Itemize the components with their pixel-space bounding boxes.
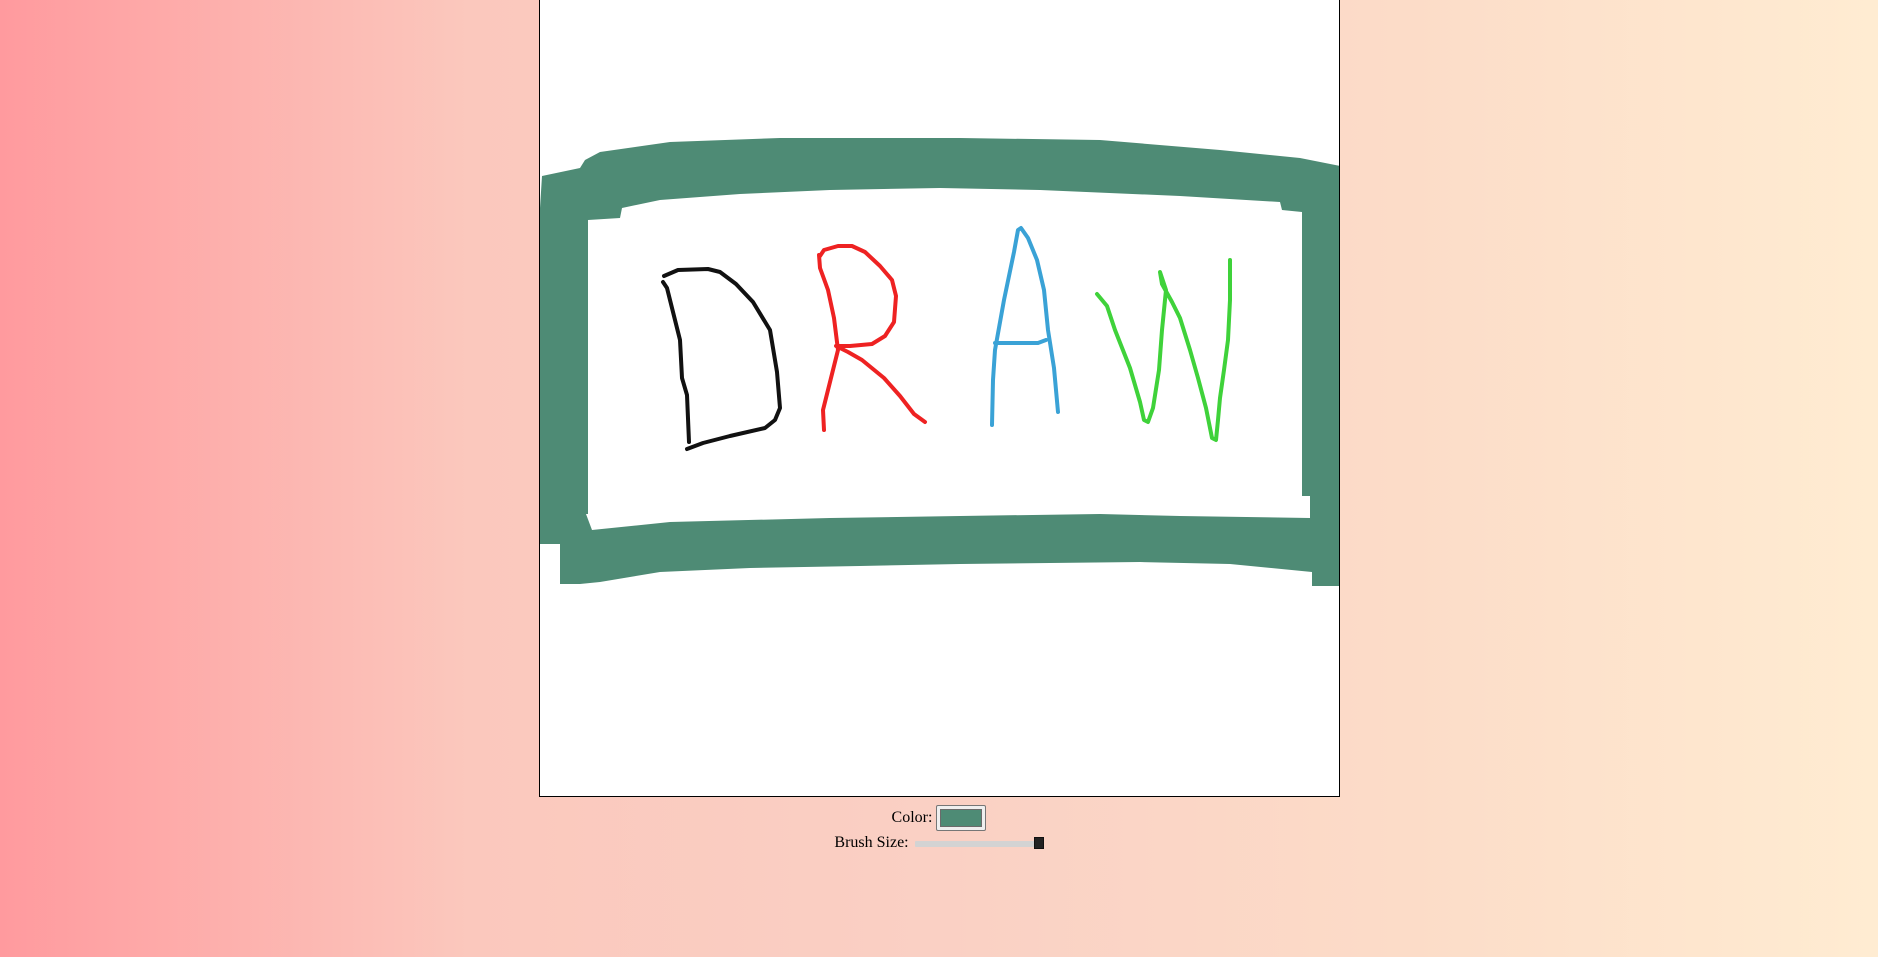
color-swatch (940, 809, 983, 827)
green-frame-stroke (540, 138, 1339, 586)
color-picker-input[interactable] (936, 805, 987, 831)
drawing-surface (540, 138, 1339, 586)
brush-size-thumb[interactable] (1033, 837, 1044, 849)
brush-size-slider[interactable] (914, 836, 1044, 850)
color-row: Color: (0, 803, 1878, 833)
controls-panel: Color: Brush Size: (0, 803, 1878, 853)
drawing-canvas[interactable] (539, 0, 1340, 797)
letter-a-stroke (990, 226, 1060, 427)
letter-w-stroke (1095, 258, 1232, 442)
brush-size-track (914, 841, 1044, 847)
letter-d-stroke (661, 267, 782, 451)
color-label: Color: (891, 809, 933, 826)
brush-row: Brush Size: (0, 833, 1878, 853)
brush-size-label: Brush Size: (834, 834, 909, 851)
letter-r-stroke (817, 244, 927, 432)
